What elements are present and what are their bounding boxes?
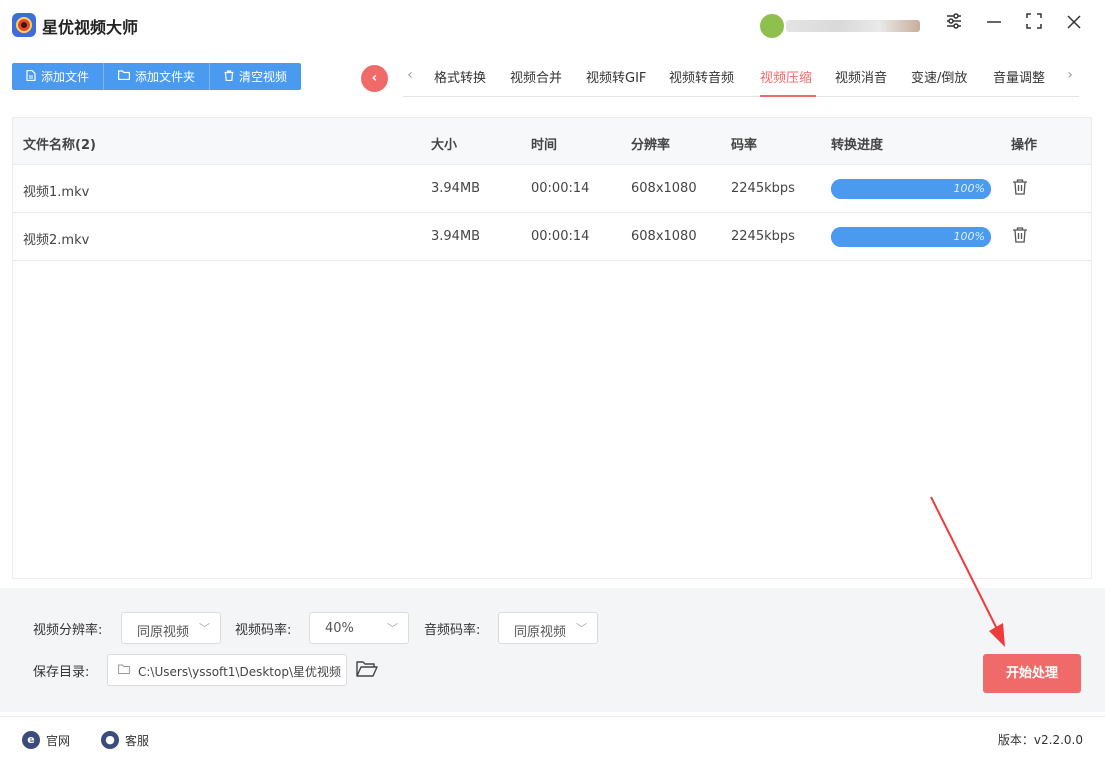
tab-volume-adjust[interactable]: 音量调整 [993,67,1045,86]
tab-video-to-audio[interactable]: 视频转音频 [669,67,734,86]
title-bar: 星优视频大师 [0,0,1105,50]
file-name: 视频2.mkv [23,233,90,248]
file-bitrate: 2245kbps [731,229,795,244]
tab-video-to-gif[interactable]: 视频转GIF [586,67,646,86]
save-dir-field[interactable]: C:\Users\yssoft1\Desktop\星优视频 [107,654,347,686]
support-label: 客服 [125,733,150,748]
delete-icon[interactable] [1011,226,1031,246]
table-header: 文件名称(2) 大小 时间 分辨率 码率 转换进度 操作 [13,118,1091,165]
table-row[interactable]: 视频2.mkv 3.94MB 00:00:14 608x1080 2245kbp… [13,213,1091,261]
chevron-left-icon: ‹ [371,70,378,86]
add-file-button[interactable]: 添加文件 [12,63,105,90]
status-bar: e 官网 ● 客服 版本：v2.2.0.0 [0,716,1105,764]
video-bitrate-label: 视频码率: [235,623,292,638]
file-icon [26,69,36,84]
open-folder-icon[interactable] [356,660,378,680]
tab-video-compress[interactable]: 视频压缩 [760,67,812,86]
delete-icon[interactable] [1011,178,1031,198]
ie-icon: e [22,731,40,749]
folder-icon [118,70,131,83]
progress-label: 100% [953,230,985,243]
tab-video-mute[interactable]: 视频消音 [835,67,887,86]
avatar [760,14,784,38]
tab-scroll-left-icon[interactable]: ‹ [403,67,417,83]
col-bitrate: 码率 [731,138,758,153]
progress-bar: 100% [831,227,991,247]
user-name-blurred [786,20,920,32]
progress-label: 100% [953,182,985,195]
save-dir-value: C:\Users\yssoft1\Desktop\星优视频 [138,665,341,679]
maximize-icon[interactable] [1021,12,1047,38]
back-button[interactable]: ‹ [361,65,388,92]
tab-format-convert[interactable]: 格式转换 [434,67,486,86]
col-progress: 转换进度 [831,138,884,153]
file-size: 3.94MB [431,181,481,196]
website-label: 官网 [46,733,71,748]
website-link[interactable]: e 官网 [22,731,70,749]
app-logo-icon [12,13,36,37]
add-file-label: 添加文件 [41,70,90,84]
app-title: 星优视频大师 [42,18,139,37]
file-duration: 00:00:14 [531,181,590,196]
table-row[interactable]: 视频1.mkv 3.94MB 00:00:14 608x1080 2245kbp… [13,165,1091,213]
save-dir-label: 保存目录: [33,665,90,680]
minimize-icon[interactable] [981,12,1007,38]
file-duration: 00:00:14 [531,229,590,244]
file-bitrate: 2245kbps [731,181,795,196]
settings-icon[interactable] [941,12,967,38]
file-name: 视频1.mkv [23,185,90,200]
annotation-arrow [930,496,1005,647]
close-icon[interactable] [1061,12,1087,38]
video-bitrate-value: 40% [325,621,354,636]
feature-tabs: ‹ 格式转换 视频合并 视频转GIF 视频转音频 视频压缩 视频消音 变速/倒放… [403,63,1079,97]
tab-speed-reverse[interactable]: 变速/倒放 [911,67,967,86]
active-tab-indicator [760,95,816,97]
audio-bitrate-label: 音频码率: [424,623,481,638]
folder-small-icon [118,663,130,677]
support-link[interactable]: ● 客服 [101,731,149,749]
audio-bitrate-value: 同原视频 [514,625,567,640]
video-bitrate-select[interactable]: 40% ﹀ [309,612,409,644]
col-resolution: 分辨率 [631,138,671,153]
add-folder-button[interactable]: 添加文件夹 [104,63,211,90]
clear-videos-label: 清空视频 [239,70,288,84]
video-resolution-select[interactable]: 同原视频 ﹀ [121,612,221,644]
trash-icon [224,69,234,84]
file-resolution: 608x1080 [631,229,697,244]
user-account[interactable] [760,14,920,38]
chevron-down-icon: ﹀ [387,622,398,635]
version-label: 版本：v2.2.0.0 [997,733,1083,747]
tab-scroll-right-icon[interactable]: › [1063,67,1077,83]
file-size: 3.94MB [431,229,481,244]
video-resolution-value: 同原视频 [137,625,190,640]
chevron-down-icon: ﹀ [199,622,210,635]
col-name: 文件名称(2) [23,138,96,153]
file-resolution: 608x1080 [631,181,697,196]
file-button-group: 添加文件 添加文件夹 清空视频 [12,63,302,90]
col-action: 操作 [1011,138,1038,153]
tab-video-merge[interactable]: 视频合并 [510,67,562,86]
progress-bar: 100% [831,179,991,199]
col-size: 大小 [431,138,458,153]
chevron-down-icon: ﹀ [576,622,587,635]
chat-icon: ● [101,731,119,749]
add-folder-label: 添加文件夹 [135,70,196,84]
toolbar: 添加文件 添加文件夹 清空视频 ‹ ‹ 格式转换 视频合并 视频转GIF 视频转… [0,50,1105,108]
col-time: 时间 [531,138,558,153]
video-resolution-label: 视频分辨率: [33,623,103,638]
start-processing-button[interactable]: 开始处理 [983,654,1081,693]
audio-bitrate-select[interactable]: 同原视频 ﹀ [498,612,598,644]
clear-videos-button[interactable]: 清空视频 [210,63,302,90]
